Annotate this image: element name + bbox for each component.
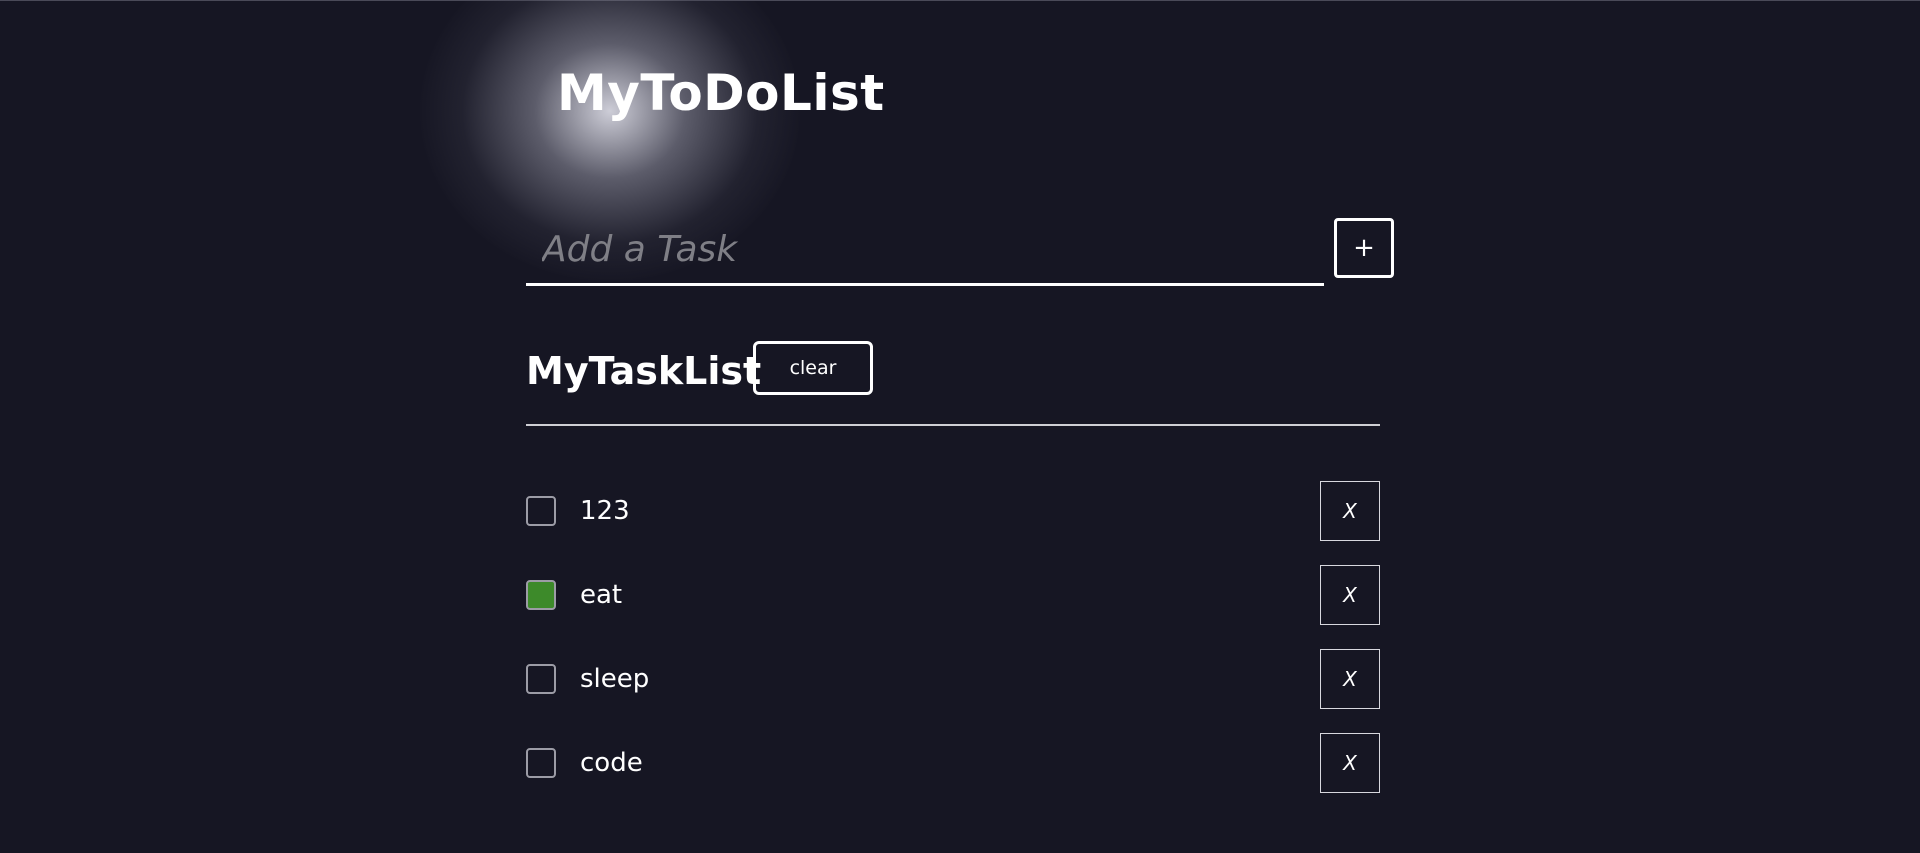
task-checkbox[interactable] (526, 664, 556, 694)
task-item: eat X (526, 565, 1380, 625)
page: MyToDoList + MyTaskList clear 123 X eat … (0, 0, 1920, 853)
task-list-title: MyTaskList (526, 349, 762, 393)
clear-button[interactable]: clear (753, 341, 873, 395)
app-title: MyToDoList (557, 64, 885, 122)
delete-task-button[interactable]: X (1320, 649, 1380, 709)
add-task-row: + (526, 218, 1394, 294)
delete-task-button[interactable]: X (1320, 733, 1380, 793)
task-label: sleep (580, 664, 650, 694)
task-label: code (580, 748, 643, 778)
task-label: eat (580, 580, 623, 610)
delete-task-button[interactable]: X (1320, 565, 1380, 625)
task-item: 123 X (526, 481, 1380, 541)
add-task-button[interactable]: + (1334, 218, 1394, 278)
task-item: code X (526, 733, 1380, 793)
task-list: 123 X eat X sleep X code X (526, 481, 1380, 817)
task-input[interactable] (526, 222, 1324, 286)
task-checkbox[interactable] (526, 748, 556, 778)
delete-task-button[interactable]: X (1320, 481, 1380, 541)
task-checkbox[interactable] (526, 580, 556, 610)
task-checkbox[interactable] (526, 496, 556, 526)
task-list-header: MyTaskList clear (526, 340, 1380, 426)
task-label: 123 (580, 496, 630, 526)
task-item: sleep X (526, 649, 1380, 709)
